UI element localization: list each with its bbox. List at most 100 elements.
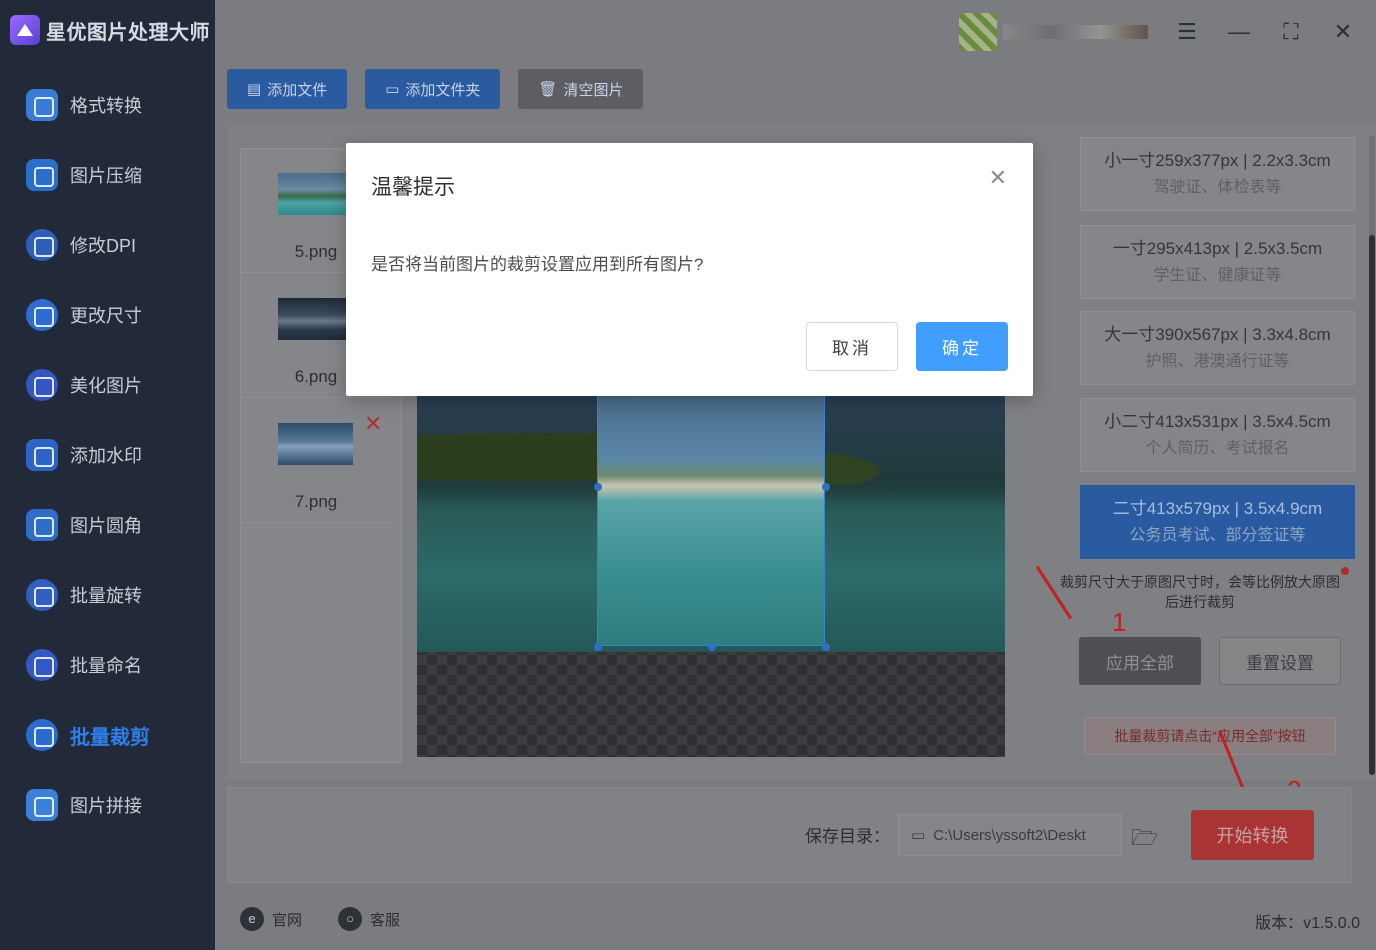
save-dir-field[interactable]: ▭ C:\Users\yssoft2\Deskt	[898, 814, 1122, 856]
chat-icon: ○	[338, 907, 362, 931]
sidebar-item-beautify[interactable]: 美化图片	[0, 350, 215, 420]
website-label: 官网	[272, 911, 303, 929]
batch-crop-hint: 批量裁剪请点击“应用全部”按钮	[1084, 717, 1336, 755]
sidebar-item-label: 美化图片	[70, 376, 142, 396]
support-label: 客服	[370, 911, 401, 929]
crop-handle[interactable]	[822, 643, 830, 651]
size-option-usage: 公务员考试、部分签证等	[1129, 527, 1306, 544]
sidebar-item-label: 批量旋转	[70, 586, 142, 606]
dialog-title: 温馨提示	[371, 176, 455, 199]
sidebar-item-label: 批量命名	[70, 656, 142, 676]
save-dir-value: C:\Users\yssoft2\Deskt	[933, 826, 1086, 844]
crop-handle[interactable]	[822, 483, 830, 491]
size-option[interactable]: 大一寸390x567px | 3.3x4.8cm 护照、港澳通行证等	[1080, 311, 1355, 385]
rotate-icon	[26, 579, 58, 611]
scrollbar[interactable]	[1369, 135, 1375, 775]
footer: e 官网 ○ 客服 版本：v1.5.0.0	[240, 905, 1360, 935]
add-file-button[interactable]: ▤ 添加文件	[227, 69, 348, 109]
sidebar-item-label: 格式转换	[70, 96, 142, 116]
confirm-dialog: 温馨提示 ✕ 是否将当前图片的裁剪设置应用到所有图片? 取消 确定	[346, 143, 1033, 396]
version-text: 版本：v1.5.0.0	[1255, 915, 1360, 932]
scrollbar-thumb[interactable]	[1369, 235, 1375, 775]
watermark-icon	[26, 439, 58, 471]
clear-images-button[interactable]: 🗑 清空图片	[518, 69, 644, 109]
add-folder-label: 添加文件夹	[405, 81, 481, 99]
website-link[interactable]: e 官网	[240, 907, 302, 931]
remove-file-icon[interactable]: ✕	[364, 411, 382, 437]
minimize-icon[interactable]: —	[1226, 19, 1252, 45]
crop-handle[interactable]	[594, 483, 602, 491]
size-option[interactable]: 一寸295x413px | 2.5x3.5cm 学生证、健康证等	[1080, 225, 1355, 299]
sidebar-item-crop[interactable]: 批量裁剪	[0, 700, 215, 770]
size-option-usage: 护照、港澳通行证等	[1145, 353, 1290, 370]
sidebar-item-label: 修改DPI	[70, 236, 137, 256]
sidebar-item-dpi[interactable]: 修改DPI	[0, 210, 215, 280]
crop-selection[interactable]	[594, 395, 830, 651]
size-option-title: 二寸413x579px | 3.5x4.9cm	[1112, 499, 1323, 518]
beautify-icon	[26, 369, 58, 401]
start-convert-button[interactable]: 开始转换	[1191, 810, 1314, 860]
round-corner-icon	[26, 509, 58, 541]
sidebar-item-round-corner[interactable]: 图片圆角	[0, 490, 215, 560]
sidebar-item-compress[interactable]: 图片压缩	[0, 140, 215, 210]
resize-icon	[26, 299, 58, 331]
size-option[interactable]: 小二寸413x531px | 3.5x4.5cm 个人简历、考试报名	[1080, 398, 1355, 472]
clear-images-label: 清空图片	[563, 81, 624, 99]
sidebar-item-rotate[interactable]: 批量旋转	[0, 560, 215, 630]
browse-folder-icon[interactable]: 🗁	[1131, 821, 1161, 850]
reset-settings-button[interactable]: 重置设置	[1219, 637, 1341, 685]
folder-icon: ▭	[911, 827, 926, 844]
sidebar-nav: 格式转换 图片压缩 修改DPI 更改尺寸 美化图片 添加水印 图片圆角 批量旋转…	[0, 70, 215, 840]
file-name: 7.png	[294, 492, 338, 511]
thumbnail	[278, 173, 353, 215]
crop-note: 裁剪尺寸大于原图尺寸时，会等比例放大原图后进行裁剪	[1060, 574, 1340, 610]
sidebar-item-watermark[interactable]: 添加水印	[0, 420, 215, 490]
titlebar-controls: ☰ — ⛶ ✕	[959, 12, 1356, 52]
thumbnail	[278, 423, 353, 465]
crop-preview[interactable]	[417, 395, 1005, 757]
dpi-icon	[26, 229, 58, 261]
sidebar-item-label: 图片压缩	[70, 166, 142, 186]
step-marker-1: 1	[1112, 607, 1127, 637]
size-option[interactable]: 小一寸259x377px | 2.2x3.3cm 驾驶证、体检表等	[1080, 137, 1355, 211]
size-option-title: 大一寸390x567px | 3.3x4.8cm	[1104, 325, 1331, 344]
support-link[interactable]: ○ 客服	[338, 907, 400, 931]
apply-all-button[interactable]: 应用全部	[1079, 637, 1201, 685]
sidebar-item-label: 图片拼接	[70, 796, 142, 816]
dialog-message: 是否将当前图片的裁剪设置应用到所有图片?	[371, 255, 704, 274]
add-file-label: 添加文件	[267, 81, 328, 99]
sidebar-item-label: 更改尺寸	[70, 306, 142, 326]
list-item[interactable]: ✕ 7.png	[241, 399, 391, 523]
sidebar-item-label: 批量裁剪	[70, 726, 150, 749]
save-dir-label: 保存目录：	[805, 827, 890, 846]
browser-icon: e	[240, 907, 264, 931]
app-logo-icon	[10, 15, 40, 45]
cancel-button[interactable]: 取消	[806, 322, 898, 371]
sidebar-item-puzzle[interactable]: 图片拼接	[0, 770, 215, 840]
settings-sliders-icon[interactable]: ☰	[1174, 19, 1200, 45]
sidebar-item-format-convert[interactable]: 格式转换	[0, 70, 215, 140]
size-option-title: 一寸295x413px | 2.5x3.5cm	[1112, 239, 1323, 258]
size-option-selected[interactable]: 二寸413x579px | 3.5x4.9cm 公务员考试、部分签证等	[1080, 485, 1355, 559]
rename-icon	[26, 649, 58, 681]
sidebar-item-label: 添加水印	[70, 446, 142, 466]
size-option-usage: 学生证、健康证等	[1153, 267, 1282, 284]
crop-handle[interactable]	[594, 643, 602, 651]
crop-handle[interactable]	[708, 643, 716, 651]
avatar[interactable]	[959, 13, 997, 51]
size-option-usage: 个人简历、考试报名	[1145, 440, 1290, 457]
app-title: 星优图片处理大师	[10, 13, 210, 47]
add-folder-button[interactable]: ▭ 添加文件夹	[365, 69, 501, 109]
close-icon[interactable]: ✕	[1330, 19, 1356, 45]
sidebar-item-rename[interactable]: 批量命名	[0, 630, 215, 700]
confirm-button[interactable]: 确定	[916, 322, 1008, 371]
image-convert-icon	[26, 89, 58, 121]
maximize-icon[interactable]: ⛶	[1278, 19, 1304, 45]
crop-icon	[26, 719, 58, 751]
sidebar-item-resize[interactable]: 更改尺寸	[0, 280, 215, 350]
close-icon[interactable]: ✕	[989, 165, 1007, 191]
size-option-usage: 驾驶证、体检表等	[1153, 179, 1282, 196]
username-blurred	[1003, 25, 1148, 39]
toolbar: ▤ 添加文件 ▭ 添加文件夹 🗑 清空图片	[227, 69, 644, 109]
trash-icon: 🗑	[538, 81, 558, 98]
